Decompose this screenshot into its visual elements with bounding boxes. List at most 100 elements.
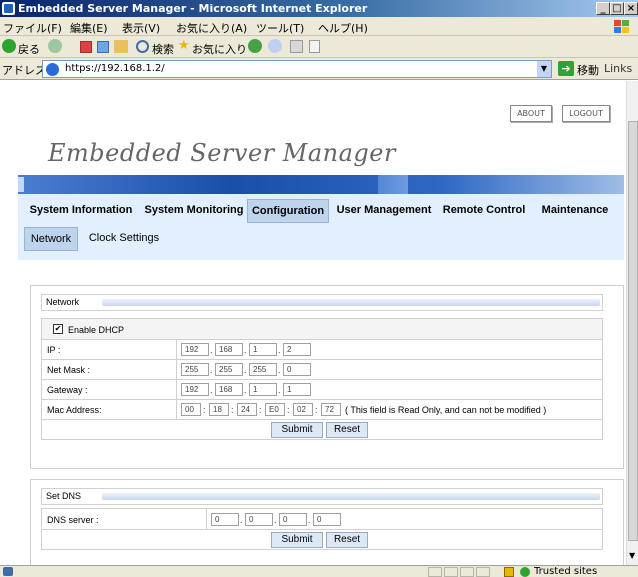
dns-sep: .	[240, 515, 243, 525]
scroll-down-icon[interactable]: ▼	[629, 551, 635, 560]
print-icon[interactable]	[290, 40, 303, 53]
netmask-label: Net Mask :	[47, 365, 91, 375]
dns-octet-3[interactable]: 0	[279, 513, 307, 526]
netmask-octet-3[interactable]: 255	[249, 363, 277, 376]
tab-remote-control[interactable]: Remote Control	[436, 199, 532, 223]
tab-user-management[interactable]: User Management	[332, 199, 436, 223]
mac-row: Mac Address: 00 : 18 : 24 : E0 : 02 : 72…	[41, 400, 603, 420]
menu-file[interactable]: ファイル(F)	[3, 20, 62, 36]
vertical-scrollbar[interactable]: ▲ ▼	[626, 81, 638, 565]
menu-bar: ファイル(F) 編集(E) 表示(V) お気に入り(A) ツール(T) ヘルプ(…	[0, 17, 638, 36]
home-icon[interactable]	[114, 40, 128, 53]
maximize-button[interactable]: □	[610, 2, 624, 15]
mac-octet-3: 24	[237, 403, 257, 416]
dns-reset-button[interactable]: Reset	[326, 532, 368, 548]
minimize-button[interactable]: _	[596, 2, 610, 15]
window-title-bar[interactable]: Embedded Server Manager - Microsoft Inte…	[0, 0, 638, 17]
dns-octet-2[interactable]: 0	[245, 513, 273, 526]
close-button[interactable]: ×	[624, 2, 638, 15]
back-icon[interactable]	[2, 39, 16, 53]
dns-section-header: Set DNS	[41, 488, 603, 505]
mac-readonly-note: ( This field is Read Only, and can not b…	[345, 405, 547, 415]
network-section-header: Network	[41, 294, 603, 311]
search-icon[interactable]	[136, 40, 149, 53]
address-bar: アドレス(D) https://192.168.1.2/ ▼ ➔ 移動 Link…	[0, 58, 638, 80]
status-cell	[444, 567, 458, 577]
favorites-star-icon[interactable]: ★	[178, 38, 190, 53]
go-button[interactable]: 移動	[577, 62, 599, 78]
dns-submit-button[interactable]: Submit	[271, 532, 323, 548]
mac-sep: :	[203, 405, 206, 415]
menu-view[interactable]: 表示(V)	[122, 20, 160, 36]
back-label[interactable]: 戻る	[18, 41, 40, 57]
dns-title: Set DNS	[46, 491, 82, 501]
dns-octet-4[interactable]: 0	[313, 513, 341, 526]
network-reset-button[interactable]: Reset	[326, 422, 368, 438]
mac-octet-4: E0	[265, 403, 285, 416]
netmask-octet-1[interactable]: 255	[181, 363, 209, 376]
windows-logo-icon	[610, 18, 632, 35]
ip-row: IP : 192 . 168 . 1 . 2	[41, 340, 603, 360]
history-icon[interactable]	[248, 39, 262, 53]
netmask-sep: .	[278, 365, 281, 375]
gateway-sep: .	[244, 385, 247, 395]
mac-octet-1: 00	[181, 403, 201, 416]
go-arrow-icon[interactable]: ➔	[558, 61, 574, 76]
network-submit-button[interactable]: Submit	[271, 422, 323, 438]
ip-sep: .	[278, 345, 281, 355]
netmask-sep: .	[244, 365, 247, 375]
subtab-network[interactable]: Network	[24, 227, 78, 251]
edit-icon[interactable]	[309, 40, 320, 53]
lock-icon	[504, 567, 514, 577]
gateway-label: Gateway :	[47, 385, 88, 395]
gateway-octet-3[interactable]: 1	[249, 383, 277, 396]
status-cell	[460, 567, 474, 577]
dns-server-label: DNS server :	[47, 515, 99, 525]
scrollbar-thumb[interactable]	[628, 121, 638, 541]
netmask-octet-2[interactable]: 255	[215, 363, 243, 376]
ip-octet-4[interactable]: 2	[283, 343, 311, 356]
dns-sep: .	[274, 515, 277, 525]
tab-system-information[interactable]: System Information	[20, 199, 142, 223]
trusted-zone-icon	[520, 567, 530, 577]
address-dropdown-icon[interactable]: ▼	[537, 61, 551, 77]
netmask-octet-4[interactable]: 0	[283, 363, 311, 376]
ip-octet-1[interactable]: 192	[181, 343, 209, 356]
stop-icon[interactable]	[80, 41, 92, 53]
gateway-octet-4[interactable]: 1	[283, 383, 311, 396]
tab-system-monitoring[interactable]: System Monitoring	[142, 199, 246, 223]
mac-label: Mac Address:	[47, 405, 102, 415]
dns-sep: .	[308, 515, 311, 525]
gateway-octet-1[interactable]: 192	[181, 383, 209, 396]
address-url[interactable]: https://192.168.1.2/	[65, 63, 165, 74]
mail-icon[interactable]	[268, 39, 282, 53]
menu-help[interactable]: ヘルプ(H)	[318, 20, 368, 36]
dhcp-row: ✔ Enable DHCP	[41, 318, 603, 340]
search-label[interactable]: 検索	[152, 41, 174, 57]
network-title: Network	[46, 297, 80, 307]
status-cell	[428, 567, 442, 577]
dns-octet-1[interactable]: 0	[211, 513, 239, 526]
netmask-row: Net Mask : 255 . 255 . 255 . 0	[41, 360, 603, 380]
refresh-icon[interactable]	[97, 41, 109, 53]
ip-octet-3[interactable]: 1	[249, 343, 277, 356]
menu-edit[interactable]: 編集(E)	[70, 20, 108, 36]
subtab-clock-settings[interactable]: Clock Settings	[80, 227, 168, 251]
address-input[interactable]: https://192.168.1.2/ ▼	[42, 60, 552, 78]
dhcp-checkbox[interactable]: ✔	[53, 324, 63, 334]
favorites-label[interactable]: お気に入り	[192, 41, 247, 57]
menu-tools[interactable]: ツール(T)	[256, 20, 304, 36]
ip-octet-2[interactable]: 168	[215, 343, 243, 356]
tab-maintenance[interactable]: Maintenance	[532, 199, 618, 223]
forward-icon[interactable]	[48, 39, 62, 53]
about-button[interactable]: ABOUT	[510, 105, 552, 122]
ie-window-icon	[2, 2, 15, 15]
logout-button[interactable]: LOGOUT	[562, 105, 610, 122]
mac-octet-5: 02	[293, 403, 313, 416]
gateway-octet-2[interactable]: 168	[215, 383, 243, 396]
network-button-row: Submit Reset	[41, 420, 603, 440]
menu-favorites[interactable]: お気に入り(A)	[176, 20, 247, 36]
links-button[interactable]: Links	[604, 62, 632, 75]
mac-sep: :	[231, 405, 234, 415]
tab-configuration[interactable]: Configuration	[247, 199, 329, 223]
